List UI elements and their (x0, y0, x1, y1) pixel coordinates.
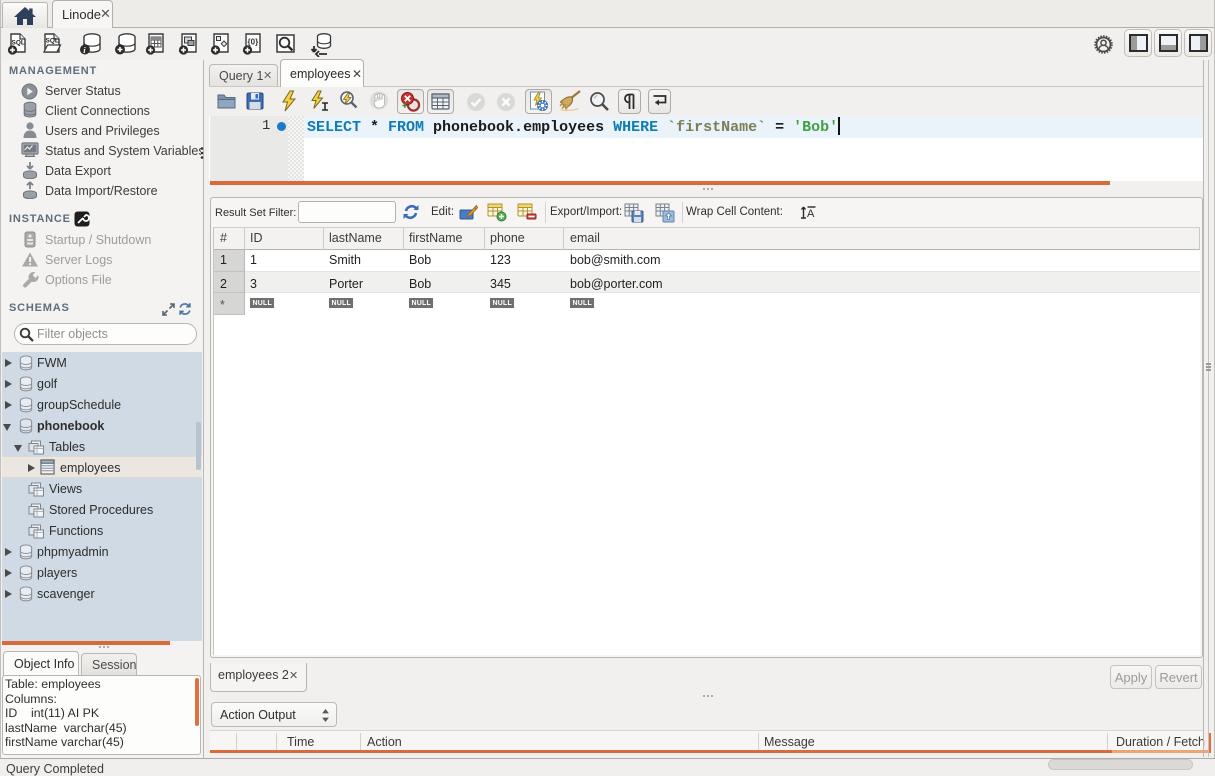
svg-text:SQL: SQL (46, 38, 59, 45)
svg-text:SQL: SQL (12, 40, 25, 47)
svg-text:A: A (807, 208, 815, 220)
svg-text:{0}: {0} (248, 38, 259, 47)
